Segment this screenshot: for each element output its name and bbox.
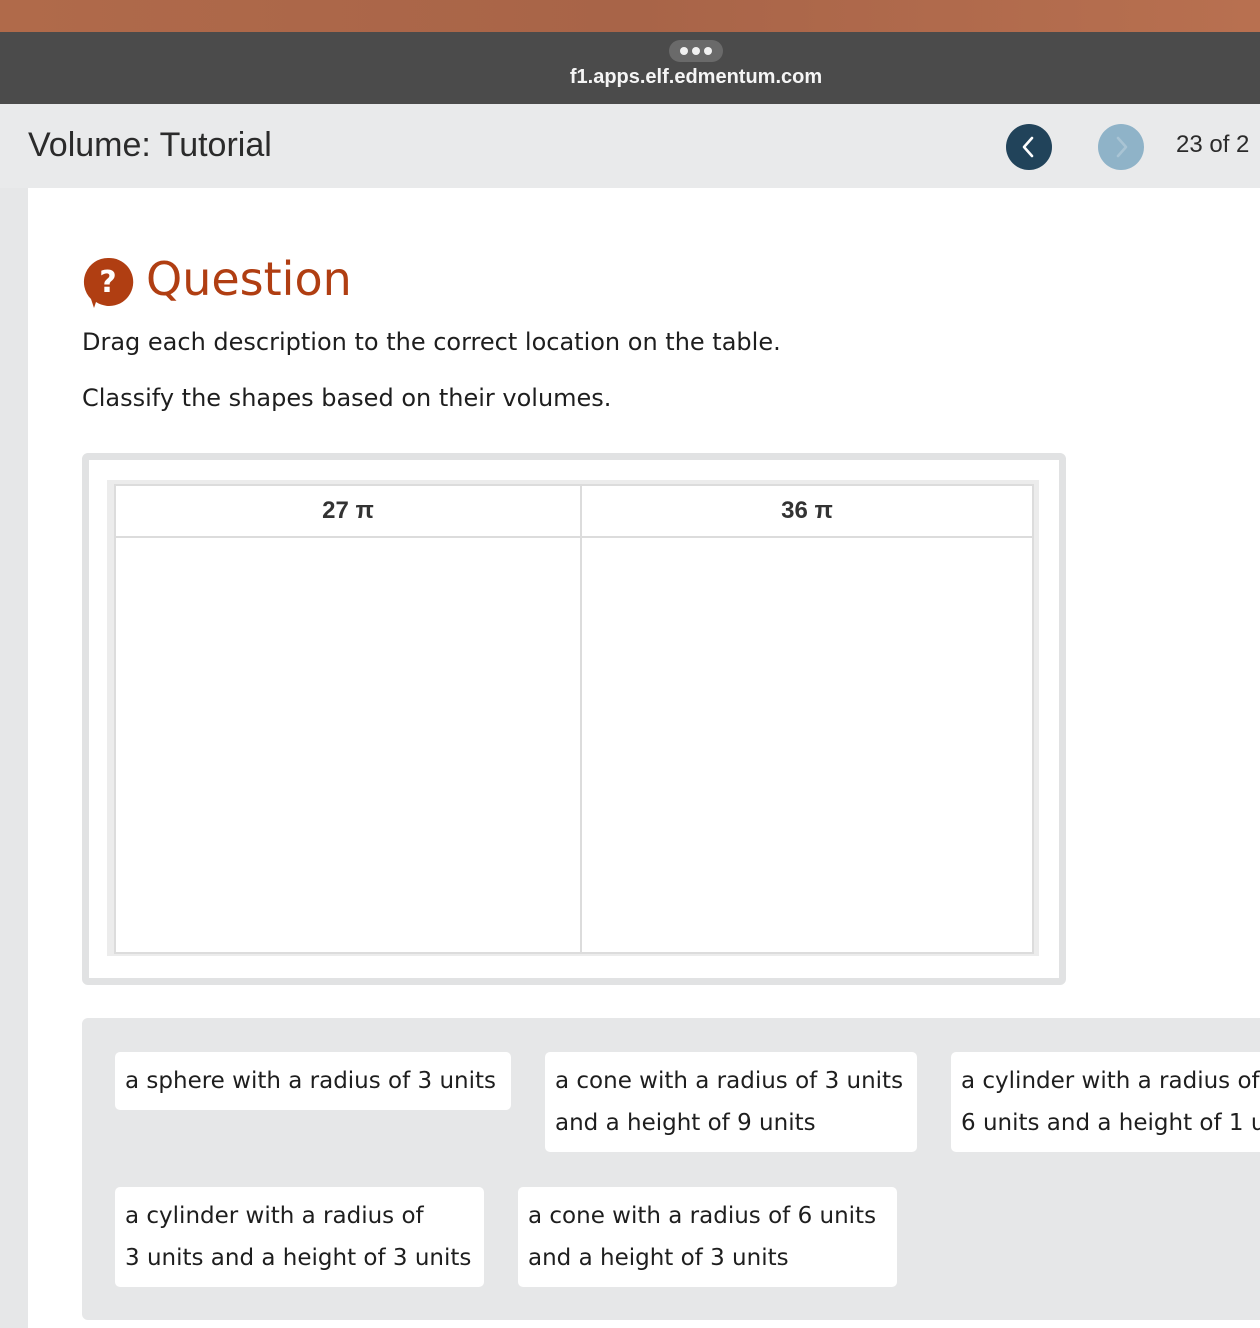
more-dots-icon[interactable] [669,40,723,62]
drag-tile-cone-r6[interactable]: a cone with a radius of 6 units and a he… [518,1187,897,1287]
column-header-36pi: 36 π [580,484,1034,538]
drop-zone-36pi[interactable] [580,536,1034,954]
tile-text-line: 3 units and a height of 3 units [125,1245,472,1271]
instruction-drag: Drag each description to the correct loc… [82,328,781,356]
instruction-classify: Classify the shapes based on their volum… [82,384,612,412]
question-heading: Question [146,252,352,306]
tile-text-line: a cone with a radius of 6 units [528,1203,877,1229]
tile-text-line: a cylinder with a radius of [125,1203,424,1229]
column-header-27pi: 27 π [114,484,582,538]
page-title: Volume: Tutorial [28,126,272,164]
tile-text-line: a sphere with a radius of 3 units [125,1068,497,1094]
drag-tile-cylinder-r6[interactable]: a cylinder with a radius of 6 units and … [951,1052,1260,1152]
drop-zone-27pi[interactable] [114,536,582,954]
next-button[interactable] [1098,124,1144,170]
question-icon: ? [83,257,134,308]
left-gutter [0,188,28,1328]
status-strip [0,0,1260,32]
classification-table: 27 π 36 π [114,484,1034,954]
tile-text-line: a cone with a radius of 3 units [555,1068,904,1094]
drag-tile-cone-r3[interactable]: a cone with a radius of 3 units and a he… [545,1052,917,1152]
svg-text:?: ? [99,265,116,300]
drag-tile-sphere[interactable]: a sphere with a radius of 3 units [115,1052,511,1110]
tile-text-line: and a height of 3 units [528,1245,789,1271]
chevron-right-icon [1116,136,1128,158]
page-counter: 23 of 2 [1176,131,1250,158]
tile-text-line: 6 units and a height of 1 u [961,1110,1260,1136]
url-label[interactable]: f1.apps.elf.edmentum.com [0,66,1260,89]
drag-tile-cylinder-r3[interactable]: a cylinder with a radius of 3 units and … [115,1187,484,1287]
tile-text-line: a cylinder with a radius of [961,1068,1260,1094]
tile-text-line: and a height of 9 units [555,1110,816,1136]
previous-button[interactable] [1006,124,1052,170]
chevron-left-icon [1022,136,1034,158]
